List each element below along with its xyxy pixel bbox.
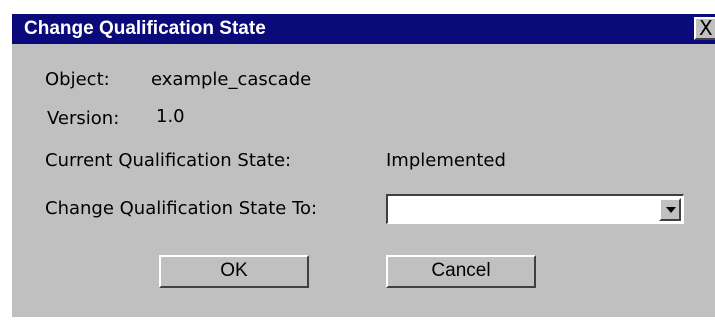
change-state-to-label: Change Qualification State To: (45, 198, 318, 219)
current-state-label: Current Qualification State: (45, 150, 292, 171)
dropdown-arrow-button[interactable] (659, 198, 681, 221)
chevron-down-icon (666, 207, 676, 213)
close-button[interactable]: X (694, 17, 715, 40)
ok-button[interactable]: OK (159, 255, 309, 288)
dialog-title: Change Qualification State (24, 18, 266, 39)
object-value: example_cascade (151, 69, 312, 90)
change-qualification-dialog: Change Qualification State X Object: exa… (12, 14, 715, 317)
close-icon: X (699, 17, 713, 40)
cancel-button[interactable]: Cancel (386, 255, 536, 288)
version-value: 1.0 (156, 106, 185, 127)
current-state-value: Implemented (386, 150, 506, 171)
dialog-titlebar: Change Qualification State X (12, 14, 715, 44)
version-label: Version: (47, 108, 120, 129)
object-label: Object: (45, 69, 110, 90)
qualification-state-select[interactable] (386, 194, 684, 224)
